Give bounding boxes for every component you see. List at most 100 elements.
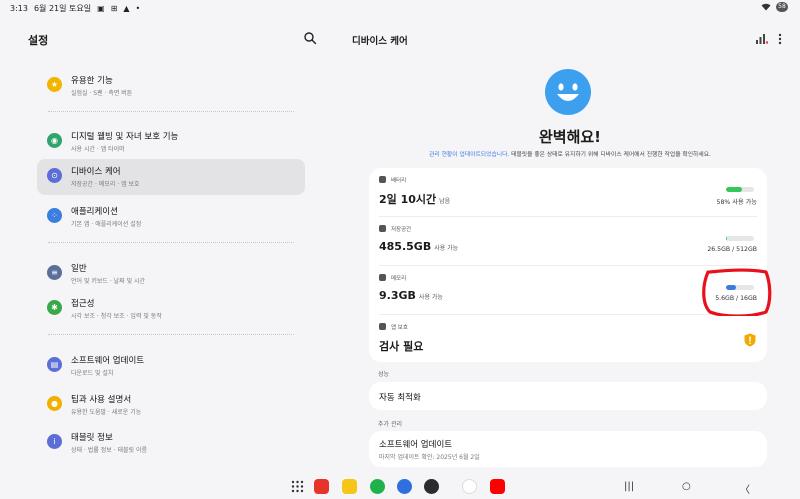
storage-unit: 사용 가능 [434, 245, 459, 252]
battery-indicator: 58 [776, 2, 788, 12]
home-icon[interactable]: ○ [682, 481, 691, 492]
memory-unit: 사용 가능 [418, 294, 443, 301]
sliders-icon: ≡ [47, 265, 62, 280]
item-label: 팁과 사용 설명서 [71, 395, 132, 405]
search-button[interactable] [303, 30, 317, 45]
storage-value-text: 485.5GB [379, 240, 432, 253]
battery-section[interactable]: 배터리 2일 10시간 남음 58% 사용 가능 [369, 168, 767, 216]
item-sub: 상태 · 법률 정보 · 태블릿 이름 [71, 447, 147, 454]
software-update-card[interactable]: 소프트웨어 업데이트 마지막 업데이트 확인: 2025년 6월 2일 [369, 431, 767, 467]
status-text: 태블릿을 좋은 상태로 유지하기 위해 디바이스 케어에서 진행한 작업을 확인… [509, 152, 711, 158]
storage-value: 485.5GB 사용 가능 [379, 240, 458, 253]
more-options-icon[interactable] [778, 33, 782, 45]
settings-item-device-care[interactable]: ⊙ 디바이스 케어 저장공간 · 메모리 · 앱 보호 [37, 159, 305, 195]
dock-app-notes-icon[interactable] [342, 479, 357, 494]
recent-apps-icon[interactable]: ||| [624, 481, 634, 492]
memory-icon [379, 274, 386, 281]
item-sub: 다운로드 및 설치 [71, 370, 114, 377]
divider [48, 242, 294, 243]
dock-app-red-icon[interactable] [314, 479, 329, 494]
dock-phone-icon[interactable] [370, 479, 385, 494]
software-update-sub: 마지막 업데이트 확인: 2025년 6월 2일 [379, 454, 480, 461]
performance-group-label: 성능 [378, 371, 390, 378]
storage-icon [379, 225, 386, 232]
settings-item-accessibility[interactable]: ✱ 접근성 시각 보조 · 청각 보조 · 입력 및 동작 [37, 291, 305, 327]
software-update-label: 소프트웨어 업데이트 [379, 440, 453, 450]
battery-value-text: 2일 10시간 [379, 193, 437, 206]
storage-label: 저장공간 [391, 227, 412, 233]
page-title: 디바이스 케어 [352, 36, 408, 47]
settings-item-digital-wellbeing[interactable]: ◉ 디지털 웰빙 및 자녀 보호 기능 사용 시간 · 앱 타이머 [37, 124, 305, 160]
battery-icon [379, 176, 386, 183]
status-message: 관리 현황이 업데이트되었습니다. 태블릿을 좋은 상태로 유지하기 위해 디바… [340, 149, 800, 158]
storage-meter-fill [726, 236, 728, 241]
memory-label: 메모리 [391, 276, 407, 282]
battery-detail: 58% 사용 가능 [716, 199, 757, 206]
item-label: 소프트웨어 업데이트 [71, 356, 145, 366]
item-sub: 실험실 · S펜 · 측면 버튼 [71, 90, 133, 97]
battery-unit: 남음 [439, 198, 451, 205]
summary-card: 배터리 2일 10시간 남음 58% 사용 가능 저장공간 485.5GB 사용 가… [369, 168, 767, 362]
accessibility-icon: ✱ [47, 300, 62, 315]
item-label: 접근성 [71, 299, 95, 309]
item-label: 유용한 기능 [71, 76, 113, 86]
bar-chart-icon[interactable] [756, 34, 768, 44]
battery-label: 배터리 [391, 178, 407, 184]
item-sub: 언어 및 키보드 · 날짜 및 시간 [71, 278, 146, 285]
auto-optimize-card[interactable]: 자동 최적화 [369, 382, 767, 410]
app-drawer-icon[interactable] [290, 479, 305, 494]
device-care-icon: ⊙ [47, 168, 62, 183]
star-icon: ★ [47, 77, 62, 92]
settings-item-tablet-info[interactable]: i 태블릿 정보 상태 · 법률 정보 · 태블릿 이름 [37, 425, 305, 461]
navigation-bar: ||| ○ 〈 [0, 474, 800, 499]
battery-meter [726, 187, 754, 192]
status-bar: 3:13 6월 21일 토요일 ▣ ⊞ ▲ • 58 [0, 0, 800, 16]
divider [48, 334, 294, 335]
settings-item-software-update[interactable]: ▤ 소프트웨어 업데이트 다운로드 및 설치 [37, 348, 305, 384]
app-protection-section[interactable]: 앱 보호 검사 필요 [369, 315, 767, 363]
info-icon: i [47, 434, 62, 449]
additional-care-group-label: 추가 관리 [378, 421, 402, 428]
item-label: 애플리케이션 [71, 207, 118, 217]
app-protection-label: 앱 보호 [391, 325, 408, 331]
date: 6월 21일 토요일 [33, 4, 92, 13]
battery-value: 2일 10시간 남음 [379, 191, 450, 207]
auto-optimize-label: 자동 최적화 [379, 393, 421, 403]
item-sub: 유용한 도움말 · 새로운 기능 [71, 409, 142, 416]
settings-item-useful-features[interactable]: ★ 유용한 기능 실험실 · S펜 · 측면 버튼 [37, 68, 305, 104]
back-icon[interactable]: 〈 [740, 481, 750, 496]
wifi-icon [761, 3, 771, 11]
item-label: 태블릿 정보 [71, 433, 113, 443]
item-label: 디지털 웰빙 및 자녀 보호 기능 [71, 132, 179, 142]
divider [48, 111, 294, 112]
status-link[interactable]: 관리 현황이 업데이트되었습니다. [429, 152, 509, 158]
storage-detail: 26.5GB / 512GB [707, 246, 757, 253]
dock-google-icon[interactable] [462, 479, 477, 494]
shield-icon [379, 323, 386, 330]
notification-icon: ⊞ [110, 3, 118, 13]
item-sub: 기본 앱 · 애플리케이션 설정 [71, 221, 142, 228]
dock-camera-icon[interactable] [424, 479, 439, 494]
settings-pane: 설정 ★ 유용한 기능 실험실 · S펜 · 측면 버튼 ◉ 디지털 웰빙 및 … [0, 16, 340, 499]
item-label: 디바이스 케어 [71, 167, 121, 177]
status-headline: 완벽해요! [538, 128, 602, 146]
lightbulb-icon: ● [47, 396, 62, 411]
storage-meter [726, 236, 754, 241]
settings-item-applications[interactable]: ⁘ 애플리케이션 기본 앱 · 애플리케이션 설정 [37, 199, 305, 235]
search-icon [304, 32, 317, 45]
dot-icon: • [135, 3, 141, 13]
clock: 3:13 [10, 4, 28, 13]
storage-section[interactable]: 저장공간 485.5GB 사용 가능 26.5GB / 512GB [369, 217, 767, 265]
settings-item-tips[interactable]: ● 팁과 사용 설명서 유용한 도움말 · 새로운 기능 [37, 387, 305, 423]
item-sub: 저장공간 · 메모리 · 앱 보호 [71, 181, 140, 188]
settings-title: 설정 [28, 34, 49, 47]
dock-youtube-icon[interactable] [490, 479, 505, 494]
warning-icon: ▲ [123, 3, 130, 13]
app-protection-value: 검사 필요 [379, 340, 424, 353]
settings-item-general[interactable]: ≡ 일반 언어 및 키보드 · 날짜 및 시간 [37, 256, 305, 292]
dock-messages-icon[interactable] [397, 479, 412, 494]
memory-value: 9.3GB 사용 가능 [379, 289, 443, 302]
update-icon: ▤ [47, 357, 62, 372]
shield-warning-icon [744, 333, 756, 347]
item-sub: 사용 시간 · 앱 타이머 [71, 146, 125, 153]
